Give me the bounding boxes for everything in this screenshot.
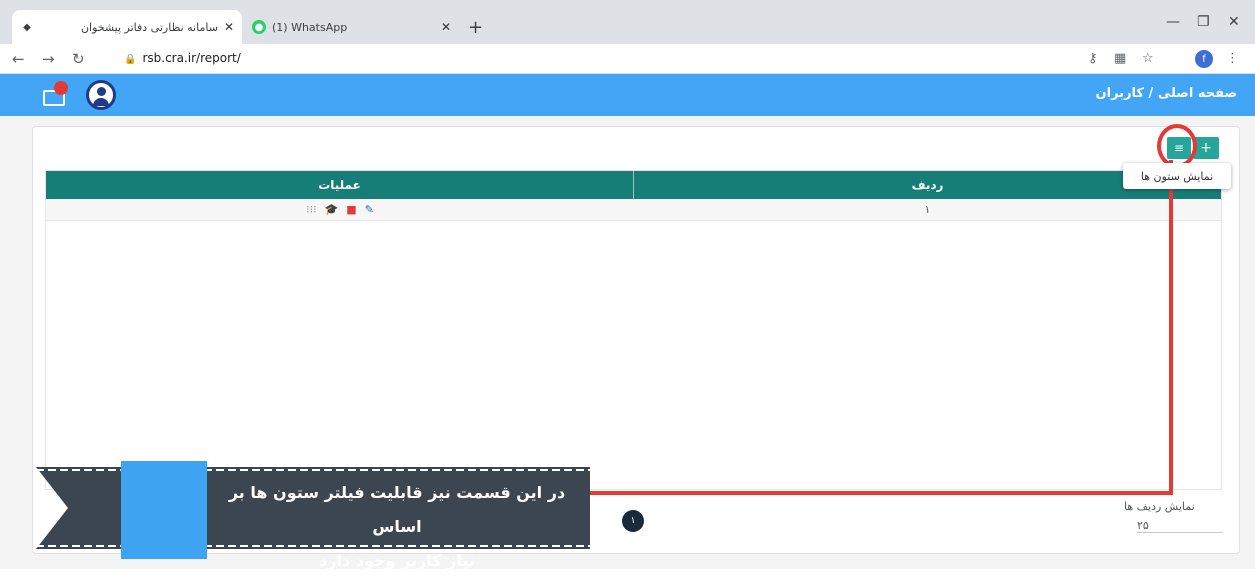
breadcrumb: صفحه اصلی / کاربران: [1096, 86, 1237, 101]
highlight-circle: [1157, 124, 1197, 168]
graduation-cap-icon[interactable]: 🎓: [325, 203, 339, 216]
annotation-line: [588, 491, 1173, 495]
columns-tooltip: نمایش ستون ها: [1123, 163, 1231, 189]
tab-rsb[interactable]: ◆ سامانه نظارتی دفاتر پیشخوان ✕: [12, 10, 242, 44]
column-header-operations[interactable]: عملیات: [46, 171, 634, 199]
app-header: صفحه اصلی / کاربران: [0, 74, 1255, 116]
notification-badge: [54, 81, 68, 95]
rows-per-page-label: نمایش ردیف ها: [1124, 500, 1195, 513]
menu-dots-icon[interactable]: ⋮: [1226, 51, 1239, 66]
translate-icon[interactable]: ▦: [1114, 51, 1126, 66]
url-text: rsb.cra.ir/report/: [142, 51, 241, 65]
tab-title: سامانه نظارتی دفاتر پیشخوان: [80, 20, 218, 34]
close-window-icon[interactable]: ✕: [1228, 14, 1240, 30]
banner-accent: [121, 461, 207, 559]
address-bar: ← → ↻ 🔒 rsb.cra.ir/report/ ⚷ ▦ ☆ ⋮: [0, 44, 1255, 74]
close-icon[interactable]: ✕: [441, 20, 451, 34]
breadcrumb-separator: /: [1144, 86, 1158, 101]
minimize-icon[interactable]: —: [1166, 14, 1180, 30]
grid-icon[interactable]: ⁝⁝⁝: [306, 203, 317, 216]
lock-icon: 🔒: [124, 54, 137, 65]
row-actions: ⁝⁝⁝ 🎓 ■ ✎: [46, 199, 634, 220]
tab-title: (1) WhatsApp: [272, 20, 348, 34]
whatsapp-icon: ●: [252, 20, 266, 34]
forward-icon[interactable]: →: [42, 50, 55, 68]
back-icon[interactable]: ←: [12, 50, 25, 68]
key-icon[interactable]: ⚷: [1088, 51, 1098, 66]
reload-icon[interactable]: ↻: [72, 50, 85, 68]
breadcrumb-home[interactable]: صفحه اصلی: [1158, 86, 1237, 101]
table-row: ⁝⁝⁝ 🎓 ■ ✎ ۱: [46, 199, 1221, 221]
profile-avatar[interactable]: f: [1195, 50, 1213, 68]
restore-icon[interactable]: ❐: [1197, 14, 1210, 30]
site-logo-icon: ◆: [23, 21, 31, 33]
new-tab-button[interactable]: +: [468, 17, 483, 38]
url-field[interactable]: 🔒 rsb.cra.ir/report/: [124, 51, 241, 65]
row-number: ۱: [924, 203, 931, 216]
user-avatar-icon[interactable]: [86, 80, 116, 110]
pagination-page[interactable]: ۱: [622, 510, 644, 532]
tab-whatsapp[interactable]: ● (1) WhatsApp ✕: [244, 10, 459, 44]
callout-text: در این قسمت نیز قابلیت فیلتر ستون ها بر …: [207, 470, 587, 570]
breadcrumb-current: کاربران: [1095, 86, 1144, 101]
rows-per-page-select[interactable]: ۲۵: [1137, 519, 1223, 533]
star-icon[interactable]: ☆: [1142, 51, 1154, 66]
callout-line-1: در این قسمت نیز قابلیت فیلتر ستون ها بر …: [228, 483, 566, 536]
annotation-line: [1169, 160, 1173, 495]
table-header: عملیات ردیف: [46, 171, 1221, 199]
delete-icon[interactable]: ■: [346, 203, 356, 216]
close-icon[interactable]: ✕: [224, 20, 234, 34]
callout-line-2: نیاز کاربر وجود دارد: [319, 551, 475, 570]
edit-icon[interactable]: ✎: [365, 203, 374, 216]
users-table: عملیات ردیف ⁝⁝⁝ 🎓 ■ ✎ ۱: [45, 170, 1222, 490]
browser-tab-bar: ◆ سامانه نظارتی دفاتر پیشخوان ✕ ● (1) Wh…: [0, 0, 1255, 44]
